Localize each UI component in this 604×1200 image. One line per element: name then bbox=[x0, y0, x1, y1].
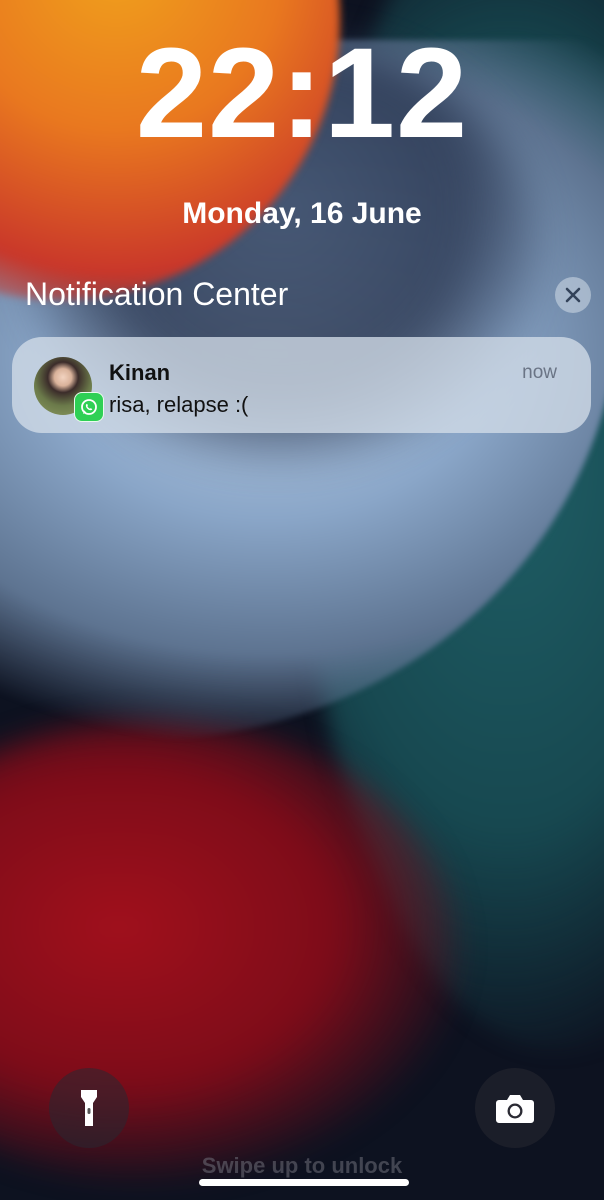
notification-message: risa, relapse :( bbox=[109, 392, 249, 417]
close-icon[interactable] bbox=[555, 277, 591, 313]
whatsapp-glyph bbox=[81, 399, 97, 415]
whatsapp-icon bbox=[74, 392, 104, 422]
camera-button[interactable] bbox=[475, 1068, 555, 1148]
notification-card[interactable]: Kinan risa, relapse :( now bbox=[12, 337, 591, 433]
close-icon-glyph bbox=[565, 287, 581, 303]
home-indicator[interactable] bbox=[199, 1179, 409, 1186]
flashlight-icon bbox=[81, 1090, 97, 1126]
lockscreen-date: Monday, 16 June bbox=[182, 197, 422, 230]
camera-icon bbox=[496, 1095, 534, 1123]
lockscreen-clock: 22:12 bbox=[135, 22, 469, 165]
notification-center-title: Notification Center bbox=[25, 276, 289, 312]
wallpaper bbox=[0, 0, 604, 1200]
notification-sender: Kinan bbox=[109, 360, 171, 385]
swipe-up-hint: Swipe up to unlock bbox=[201, 1153, 403, 1178]
notification-time: now bbox=[522, 362, 557, 383]
flashlight-button[interactable] bbox=[49, 1068, 129, 1148]
lock-screen: 22:12 Monday, 16 June Notification Cente… bbox=[0, 0, 604, 1200]
